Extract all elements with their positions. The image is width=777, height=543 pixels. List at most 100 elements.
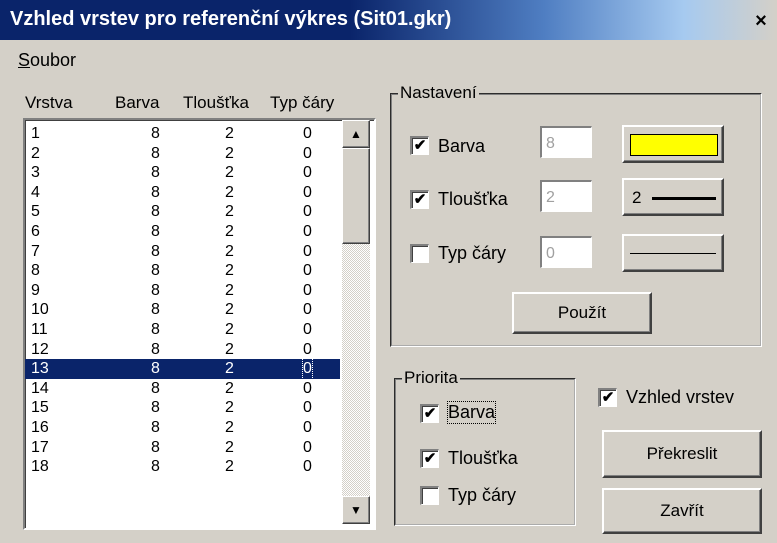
table-cell: 8 [151,242,160,260]
settings-linetype-checkbox[interactable] [410,244,429,263]
priority-color-checkbox[interactable]: ✔ [420,404,439,423]
table-cell: 16 [31,418,49,436]
menu-file[interactable]: Soubor [18,50,76,71]
settings-color-checkbox[interactable]: ✔ [410,136,429,155]
table-cell: 2 [225,183,234,201]
check-icon: ✔ [601,389,615,406]
settings-thickness-label: Tloušťka [438,189,508,209]
table-cell: 8 [151,360,160,378]
priority-thickness-checkbox[interactable]: ✔ [420,449,439,468]
table-cell: 2 [225,125,234,142]
table-cell: 0 [303,242,312,260]
table-cell: 10 [31,301,49,319]
settings-thickness-input[interactable]: 2 [540,180,592,212]
table-cell: 15 [31,399,49,417]
table-cell: 7 [31,242,40,260]
table-cell: 8 [151,379,160,397]
table-row[interactable]: 11 8 2 0 [25,320,340,340]
table-row[interactable]: 18 8 2 0 [25,457,340,477]
table-cell: 8 [151,438,160,456]
table-cell: 2 [225,418,234,436]
menu-file-mnemonic: S [18,50,31,70]
table-row[interactable]: 14 8 2 0 [25,379,340,399]
table-cell: 8 [151,144,160,162]
close-button[interactable]: Zavřít [602,488,762,534]
table-cell: 18 [31,458,49,476]
table-row[interactable]: 2 8 2 0 [25,144,340,164]
table-row[interactable]: 9 8 2 0 [25,281,340,301]
settings-legend: Nastavení [398,83,479,103]
table-row[interactable]: 17 8 2 0 [25,438,340,458]
scroll-up-icon[interactable]: ▲ [342,120,370,148]
table-cell: 2 [225,242,234,260]
settings-color-input[interactable]: 8 [540,126,592,158]
table-cell: 9 [31,281,40,299]
appearance-checkbox[interactable]: ✔ [598,388,617,407]
title-bar[interactable]: Vzhled vrstev pro referenční výkres (Sit… [0,0,777,40]
priority-linetype-label: Typ čáry [448,485,517,505]
table-cell: 0 [303,281,312,299]
column-header-thickness: Tloušťka [183,93,249,112]
table-cell: 2 [225,164,234,182]
table-cell: 0 [303,438,312,456]
table-cell: 4 [31,183,40,201]
table-cell: 2 [225,144,234,162]
table-cell: 0 [303,183,312,201]
linetype-picker-button[interactable] [622,234,724,272]
table-cell: 8 [151,262,160,280]
apply-button[interactable]: Použít [512,292,652,334]
table-row[interactable]: 4 8 2 0 [25,183,340,203]
table-cell: 0 [303,203,312,221]
table-row[interactable]: 7 8 2 0 [25,242,340,262]
color-picker-button[interactable] [622,125,724,163]
table-row[interactable]: 8 8 2 0 [25,261,340,281]
table-cell: 0 [303,379,312,397]
settings-color-label: Barva [438,136,486,156]
table-row[interactable]: 1820 [25,124,340,144]
priority-linetype-checkbox[interactable] [420,486,439,505]
table-cell: 12 [31,340,49,358]
table-row[interactable]: 13 8 2 0 [25,358,340,380]
layer-list[interactable]: 1 8 2 0 2 8 2 0 3 8 2 0 4 8 2 0 5 8 2 0 6 8 2 0 7 8 2 0 8 8 2 0 9 8 2 0 10 8 2… [23,118,376,530]
table-row[interactable]: 10 8 2 0 [25,300,340,320]
table-cell: 0 [303,340,312,358]
table-cell: 8 [151,203,160,221]
table-cell: 8 [151,301,160,319]
scrollbar-thumb[interactable] [342,148,370,244]
table-cell: 0 [303,399,312,417]
table-cell: 8 [31,262,40,280]
table-cell: 2 [225,340,234,358]
table-row[interactable]: 5 8 2 0 [25,202,340,222]
table-cell: 1 [31,125,40,142]
redraw-button[interactable]: Překreslit [602,430,762,478]
close-icon[interactable]: × [750,10,772,32]
table-cell: 2 [225,458,234,476]
table-cell: 0 [303,125,312,142]
settings-linetype-input[interactable]: 0 [540,236,592,268]
layer-list-scrollbar[interactable]: ▲ ▼ [342,120,370,524]
menu-file-label: oubor [30,50,77,70]
table-cell: 8 [151,418,160,436]
appearance-label: Vzhled vrstev [626,387,735,407]
column-header-layer: Vrstva [25,93,73,112]
check-icon: ✔ [423,450,437,467]
scroll-down-icon[interactable]: ▼ [342,496,370,524]
table-cell: 0 [303,418,312,436]
table-row[interactable]: 3 8 2 0 [25,163,340,183]
table-row[interactable]: 16 8 2 0 [25,418,340,438]
table-row[interactable]: 15 8 2 0 [25,398,340,418]
table-cell: 8 [151,164,160,182]
thickness-line-icon [652,197,716,200]
table-cell: 8 [151,183,160,201]
table-cell: 2 [225,379,234,397]
table-row[interactable]: 12 8 2 0 [25,340,340,360]
thickness-picker-button[interactable]: 2 [622,178,724,216]
priority-legend: Priorita [402,368,460,388]
table-cell: 0 [303,144,312,162]
settings-thickness-checkbox[interactable]: ✔ [410,190,429,209]
table-row[interactable]: 6 8 2 0 [25,222,340,242]
check-icon: ✔ [423,405,437,422]
window-title: Vzhled vrstev pro referenční výkres (Sit… [10,8,452,30]
table-cell: 0 [303,262,312,280]
table-cell: 17 [31,438,49,456]
